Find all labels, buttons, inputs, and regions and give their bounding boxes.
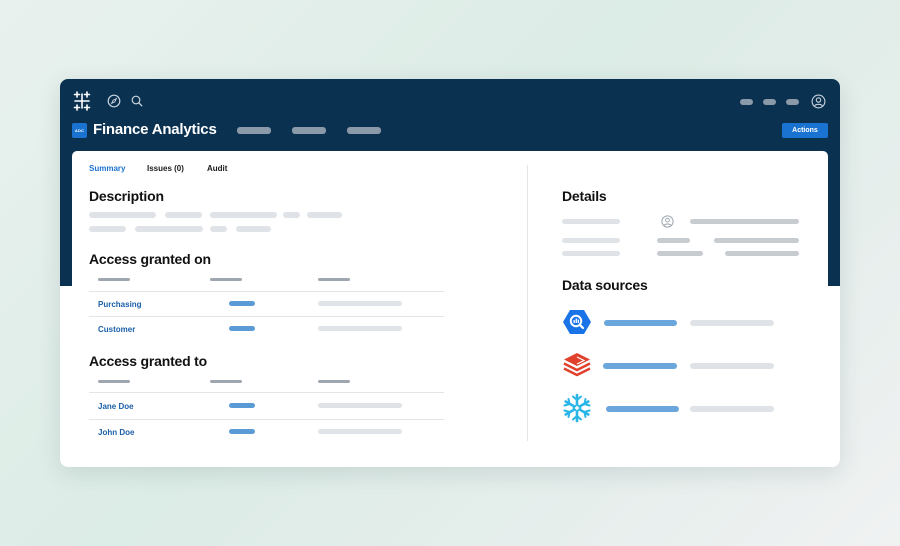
description-heading: Description (89, 188, 164, 204)
description-text (283, 212, 300, 218)
nav-item[interactable] (292, 127, 326, 134)
access-on-row-link[interactable]: Customer (98, 325, 135, 334)
nav-item[interactable] (237, 127, 271, 134)
column-header (210, 278, 242, 281)
top-menu-item[interactable] (763, 99, 776, 105)
details-heading: Details (562, 188, 607, 204)
user-account-icon[interactable] (811, 94, 826, 109)
data-source-name[interactable] (603, 363, 677, 369)
bigquery-icon (563, 310, 591, 334)
column-header (318, 278, 350, 281)
column-header (210, 380, 242, 383)
detail-label (562, 251, 620, 256)
table-divider (89, 392, 444, 393)
data-source-name[interactable] (606, 406, 679, 412)
data-source-name[interactable] (604, 320, 677, 326)
compass-icon[interactable] (107, 94, 121, 108)
access-to-row-link[interactable]: John Doe (98, 428, 134, 437)
tableau-logo-icon[interactable] (72, 91, 92, 111)
column-header (98, 278, 130, 281)
tab-summary[interactable]: Summary (89, 164, 125, 173)
tab-issues[interactable]: Issues (0) (147, 164, 184, 173)
row-value (229, 429, 255, 434)
access-to-heading: Access granted to (89, 353, 207, 369)
data-sources-heading: Data sources (562, 277, 648, 293)
data-source-detail (690, 363, 774, 369)
description-text (307, 212, 342, 218)
column-divider (527, 165, 528, 441)
column-header (98, 380, 130, 383)
databricks-icon (563, 353, 591, 377)
top-menu-item[interactable] (786, 99, 799, 105)
app-badge: ADC (72, 123, 87, 138)
detail-value (714, 238, 799, 243)
table-divider (89, 419, 444, 420)
description-text (236, 226, 271, 232)
detail-value (725, 251, 799, 256)
detail-value (657, 238, 690, 243)
row-value (318, 301, 402, 306)
user-icon (661, 215, 674, 228)
access-on-heading: Access granted on (89, 251, 211, 267)
data-source-detail (690, 406, 774, 412)
detail-label (562, 238, 620, 243)
access-to-row-link[interactable]: Jane Doe (98, 402, 134, 411)
app-window: ADC Finance Analytics Actions Summary Is… (60, 79, 840, 467)
top-menu-item[interactable] (740, 99, 753, 105)
description-text (210, 212, 277, 218)
description-text (210, 226, 227, 232)
row-value (229, 301, 255, 306)
tab-audit[interactable]: Audit (207, 164, 227, 173)
snowflake-icon (563, 393, 591, 423)
content-panel: Summary Issues (0) Audit Description Acc… (72, 151, 828, 456)
description-text (135, 226, 203, 232)
column-header (318, 380, 350, 383)
access-on-row-link[interactable]: Purchasing (98, 300, 142, 309)
row-value (229, 326, 255, 331)
detail-value (657, 251, 703, 256)
actions-button[interactable]: Actions (782, 123, 828, 138)
nav-item[interactable] (347, 127, 381, 134)
description-text (89, 226, 126, 232)
detail-label (562, 219, 620, 224)
description-text (165, 212, 202, 218)
row-value (229, 403, 255, 408)
data-source-detail (690, 320, 774, 326)
row-value (318, 326, 402, 331)
table-divider (89, 291, 444, 292)
page-title: Finance Analytics (93, 121, 217, 138)
table-divider (89, 316, 444, 317)
detail-value (690, 219, 799, 224)
search-icon[interactable] (130, 94, 144, 108)
description-text (89, 212, 156, 218)
row-value (318, 403, 402, 408)
top-bar (60, 79, 840, 123)
row-value (318, 429, 402, 434)
